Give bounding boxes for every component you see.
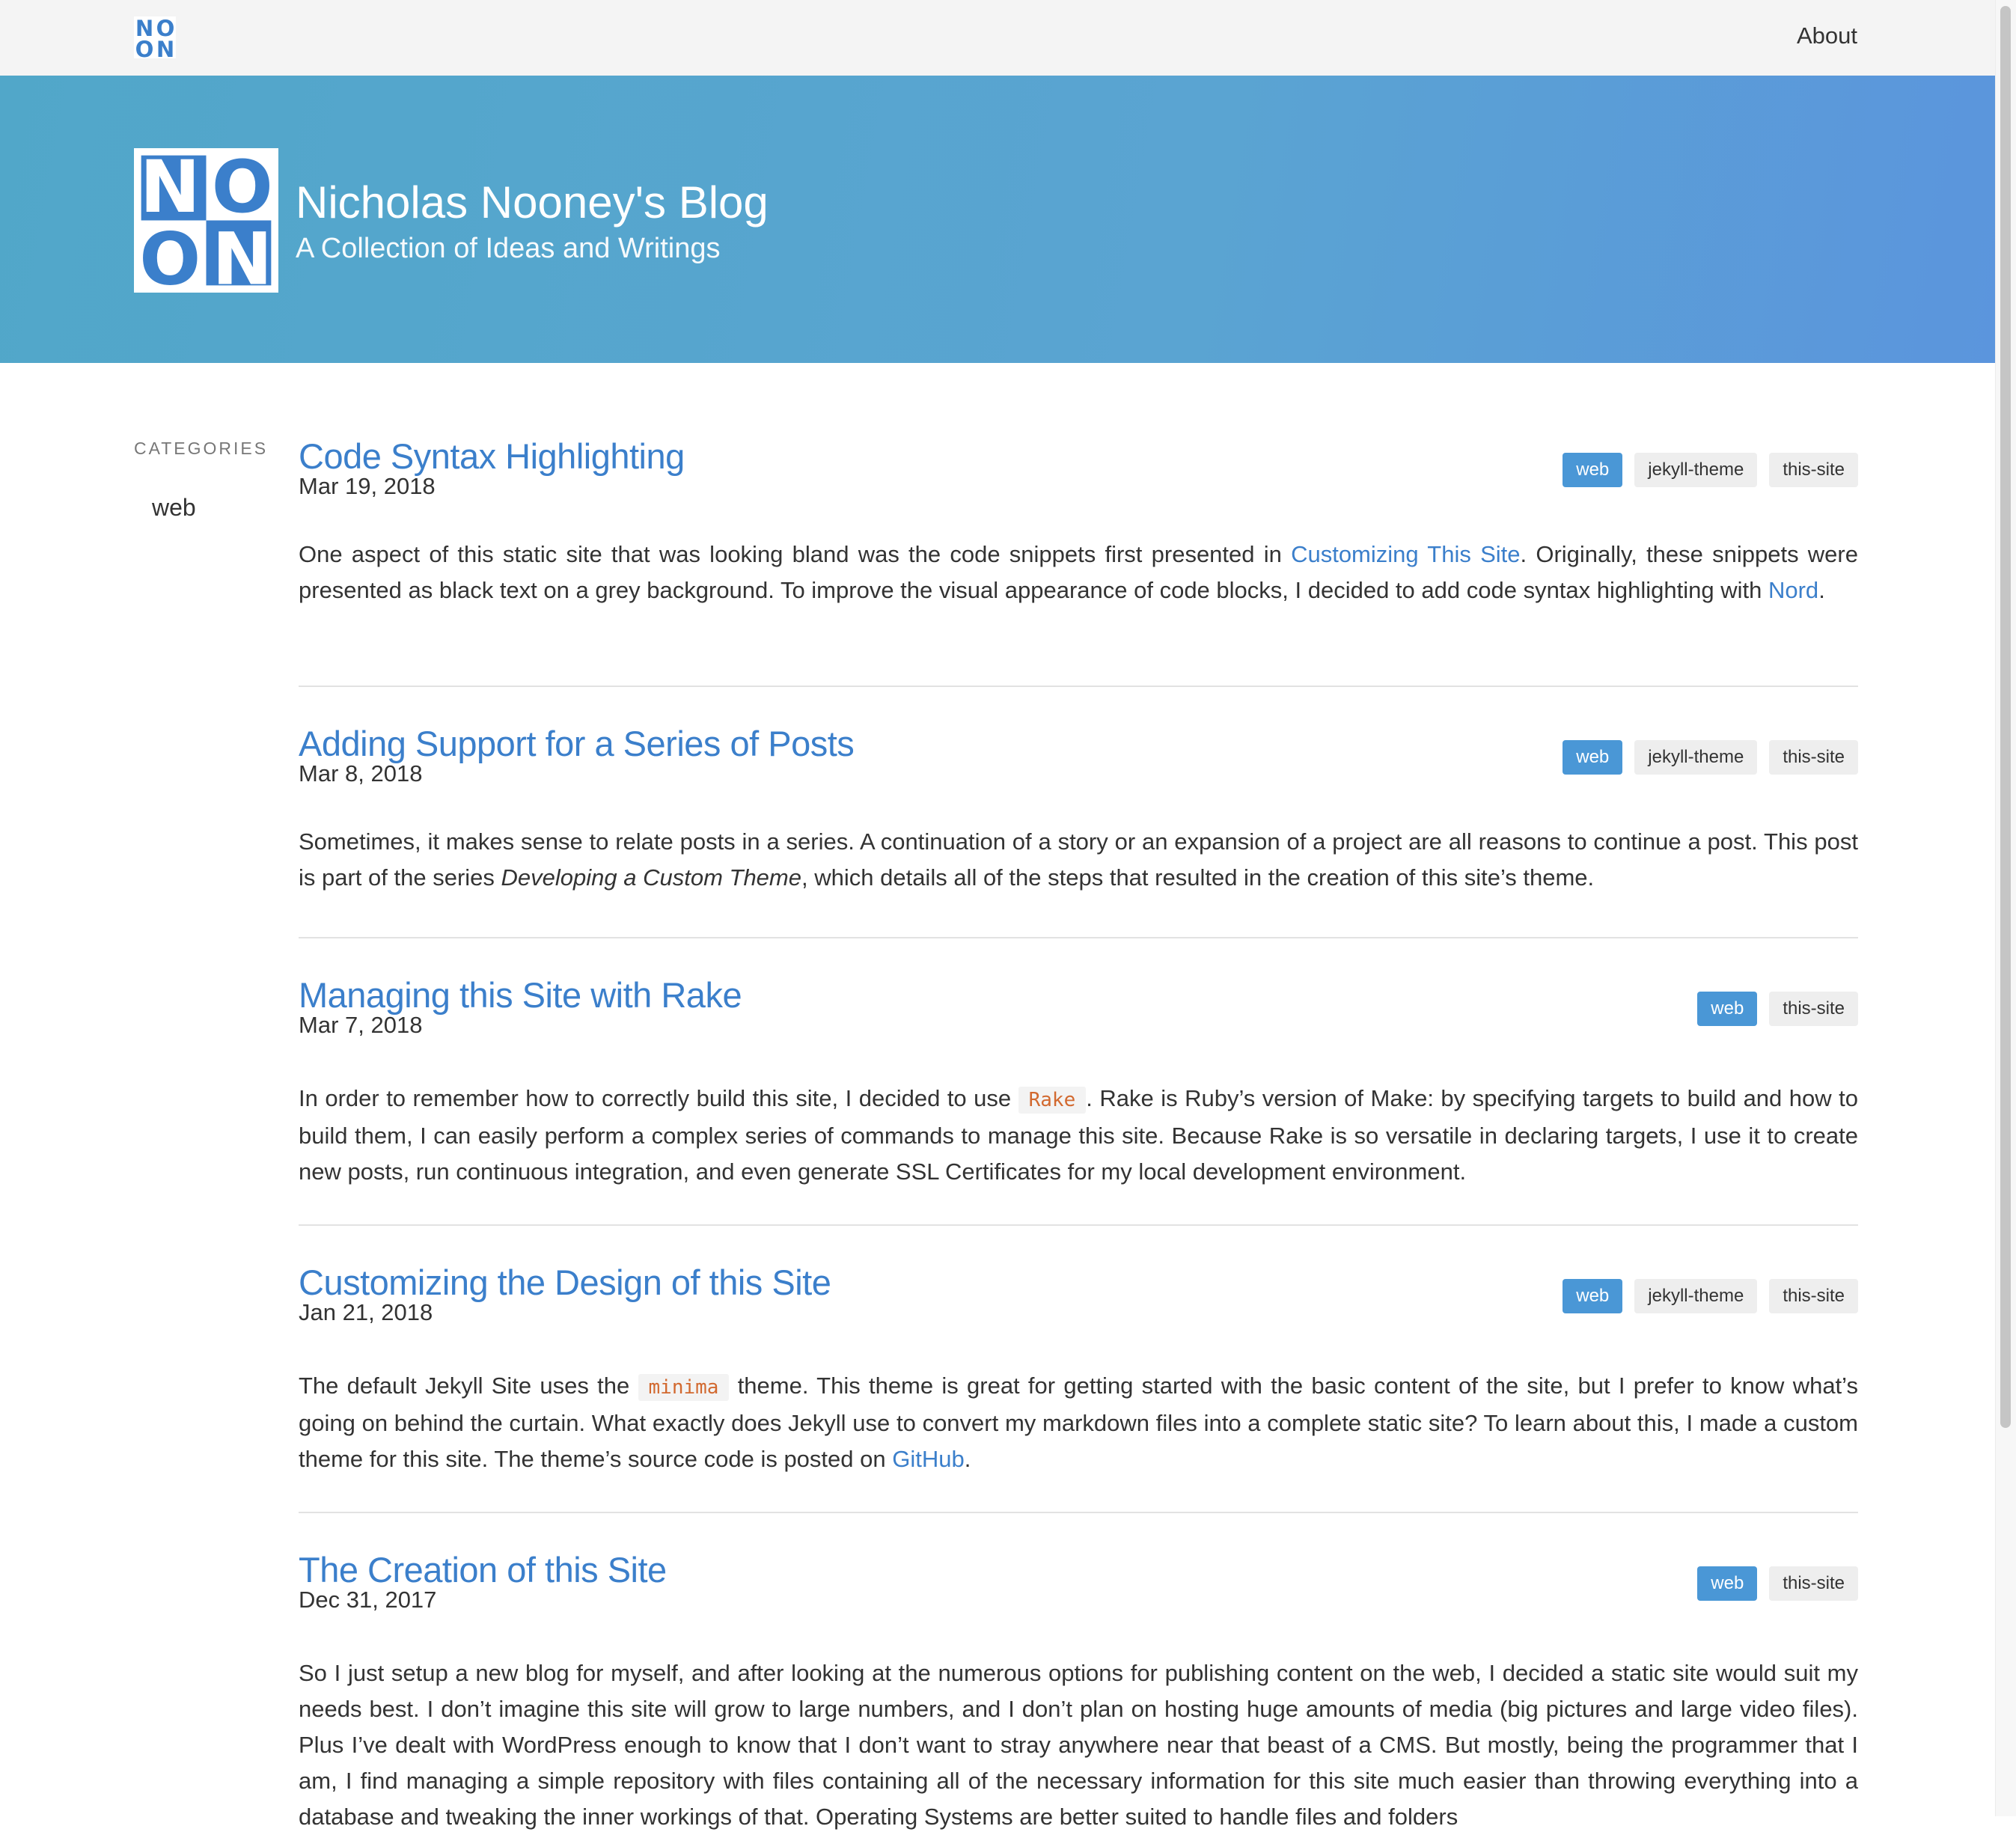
post-title-link[interactable]: Managing this Site with Rake: [299, 974, 742, 1016]
site-subtitle: A Collection of Ideas and Writings: [296, 233, 721, 264]
scrollbar-thumb[interactable]: [2000, 6, 2011, 1428]
post-tags: web jekyll-theme this-site: [1563, 1279, 1858, 1313]
category-item-web[interactable]: web: [152, 494, 196, 522]
post-title-link[interactable]: Customizing the Design of this Site: [299, 1262, 831, 1303]
tag-this-site[interactable]: this-site: [1769, 1279, 1858, 1313]
svg-text:N: N: [212, 216, 272, 293]
series-name: Developing a Custom Theme: [501, 864, 801, 891]
site-logo-icon[interactable]: N O O N: [134, 16, 176, 58]
customizing-this-site-link[interactable]: Customizing This Site: [1291, 541, 1520, 567]
nord-link[interactable]: Nord: [1768, 577, 1818, 603]
tag-this-site[interactable]: this-site: [1769, 740, 1858, 775]
post-excerpt: So I just setup a new blog for myself, a…: [299, 1660, 1858, 1830]
top-navbar: N O O N About: [0, 0, 1995, 76]
about-link[interactable]: About: [1797, 22, 1857, 49]
tag-this-site[interactable]: this-site: [1769, 1566, 1858, 1601]
post-tags: web jekyll-theme this-site: [1563, 453, 1858, 487]
tag-jekyll-theme[interactable]: jekyll-theme: [1634, 740, 1758, 775]
inline-code: minima: [638, 1374, 730, 1401]
svg-text:O: O: [135, 37, 154, 58]
post-date: Mar 8, 2018: [299, 760, 423, 787]
post-excerpt: The default Jekyll Site uses the minima …: [299, 1373, 1859, 1472]
categories-heading: CATEGORIES: [134, 439, 269, 458]
inline-code: Rake: [1018, 1087, 1087, 1114]
tag-jekyll-theme[interactable]: jekyll-theme: [1634, 453, 1758, 487]
post-date: Dec 31, 2017: [299, 1587, 437, 1613]
post-tags: web this-site: [1697, 992, 1858, 1026]
post-date: Jan 21, 2018: [299, 1299, 433, 1325]
tag-this-site[interactable]: this-site: [1769, 453, 1858, 487]
hero-logo-icon: N O O N: [134, 148, 278, 293]
tag-jekyll-theme[interactable]: jekyll-theme: [1634, 1279, 1758, 1313]
post-divider: [299, 937, 1858, 938]
post-date: Mar 7, 2018: [299, 1012, 423, 1038]
post-excerpt: Sometimes, it makes sense to relate post…: [299, 828, 1858, 891]
post-excerpt: In order to remember how to correctly bu…: [299, 1085, 1858, 1185]
post-date: Mar 19, 2018: [299, 473, 436, 499]
github-link[interactable]: GitHub: [892, 1446, 964, 1472]
tag-web[interactable]: web: [1563, 740, 1623, 775]
post-title-link[interactable]: The Creation of this Site: [299, 1549, 667, 1590]
tag-web[interactable]: web: [1697, 1566, 1758, 1601]
tag-web[interactable]: web: [1563, 453, 1623, 487]
post-tags: web this-site: [1697, 1566, 1858, 1601]
tag-web[interactable]: web: [1697, 992, 1758, 1026]
tag-web[interactable]: web: [1563, 1279, 1623, 1313]
post-excerpt: One aspect of this static site that was …: [299, 541, 1858, 603]
post-title-link[interactable]: Code Syntax Highlighting: [299, 436, 685, 477]
svg-text:O: O: [139, 216, 201, 293]
tag-this-site[interactable]: this-site: [1769, 992, 1858, 1026]
svg-text:N: N: [156, 37, 174, 58]
post-divider: [299, 686, 1858, 687]
site-title: Nicholas Nooney's Blog: [296, 177, 769, 228]
post-tags: web jekyll-theme this-site: [1563, 740, 1858, 775]
post-divider: [299, 1512, 1858, 1513]
hero-banner: N O O N Nicholas Nooney's Blog A Collect…: [0, 76, 1995, 363]
post-title-link[interactable]: Adding Support for a Series of Posts: [299, 723, 855, 764]
post-divider: [299, 1224, 1858, 1226]
